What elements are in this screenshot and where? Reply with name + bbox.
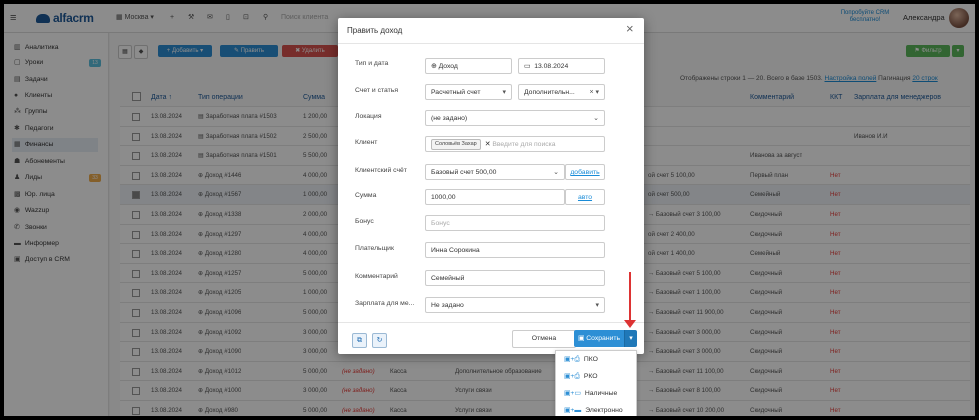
clear-chevron-icon[interactable]: × ▾ [589,85,599,99]
edit-income-modal: Править доход × Тип и дата ⊕ Доход ▭ 13.… [338,18,644,354]
save-icon: ▣ [577,335,585,342]
salary-value: Не задано [431,302,464,309]
location-select[interactable]: (не задано) ⌄ [425,110,605,126]
print-icon: ▣+⎙ [564,356,580,363]
sum-label: Сумма [355,192,377,199]
bonus-label: Бонус [355,218,374,225]
chevron-down-icon: ▾ [595,302,599,309]
cancel-button[interactable]: Отмена [512,330,576,348]
payer-label: Плательщик [355,245,394,252]
article-value: Дополнительн... [524,89,575,96]
comment-label: Комментарий [355,273,398,280]
app-window: ≡ alfacrm ▦ Москва ▾ + ⚒ ✉ ▯ ⊡ ⚲ Поиск к… [0,0,979,420]
save-option-label: Наличные [584,390,618,397]
salary-select[interactable]: Не задано ▾ [425,297,605,313]
auto-sum-button[interactable]: авто [565,189,605,205]
comment-input[interactable]: Семейный [425,270,605,286]
save-option-label: Электронно [585,407,623,414]
chevron-down-icon: ▾ [502,89,506,96]
save-option-label: РКО [583,373,598,380]
chevron-down-icon: ⌄ [593,115,599,122]
annotation-arrow-head [624,320,636,328]
sum-input[interactable]: 1000,00 [425,189,565,205]
refresh-icon[interactable]: ↻ [372,333,387,348]
location-label: Локация [355,113,382,120]
auto-sum-link: авто [577,194,593,201]
save-button[interactable]: ▣ Сохранить [574,330,624,347]
account-value: Расчетный счет [431,89,481,96]
type-date-label: Тип и дата [355,60,389,67]
operation-type-field[interactable]: ⊕ Доход [425,58,512,74]
cash-icon: ▣+▭ [564,390,581,397]
save-dropdown-toggle[interactable]: ▾ [624,330,637,347]
calendar-icon: ▭ [524,63,531,70]
chevron-down-icon: ⌄ [553,169,559,176]
client-chip: Соловьёв Захар [431,139,481,150]
location-value: (не задано) [431,115,468,122]
client-chip-label: Соловьёв Захар [435,141,477,147]
client-account-label: Клиентский счёт [355,167,407,174]
add-client-account-button[interactable]: добавить [565,164,605,180]
salary-label: Зарплата для ме... [355,300,415,307]
payer-input[interactable]: Инна Сорокина [425,242,605,258]
sum-value: 1000,00 [431,194,456,201]
modal-footer-divider [338,322,644,323]
close-icon[interactable]: × [626,21,634,36]
article-select[interactable]: Дополнительн... × ▾ [518,84,605,100]
date-field[interactable]: ▭ 13.08.2024 [518,58,605,74]
annotation-arrow-line [629,272,631,322]
payer-value: Инна Сорокина [431,247,480,254]
modal-header-divider [338,43,644,44]
date-value: 13.08.2024 [534,63,569,70]
client-search-placeholder: Введите для поиска [492,141,556,148]
modal-title: Править доход [347,26,403,35]
card-icon: ▣+▬ [564,407,582,414]
chip-remove-icon[interactable]: ✕ [485,141,491,148]
comment-value: Семейный [431,275,465,282]
account-select[interactable]: Расчетный счет ▾ [425,84,512,100]
copy-icon[interactable]: ⧉ [352,333,367,348]
save-option-rko[interactable]: ▣+⎙ РКО [564,372,598,382]
account-label: Счет и статья [355,87,399,94]
bonus-input[interactable]: Бонус [425,215,605,231]
bonus-placeholder: Бонус [431,220,450,227]
client-label: Клиент [355,139,378,146]
client-field[interactable]: Соловьёв Захар ✕ Введите для поиска [425,136,605,152]
save-options-menu: ▣+⎙ ПКО ▣+⎙ РКО ▣+▭ Наличные ▣+▬ Электронно [555,350,637,416]
client-account-select[interactable]: Базовый счет 500,00 ⌄ [425,164,565,180]
save-option-label: ПКО [583,356,598,363]
save-option-pko[interactable]: ▣+⎙ ПКО [564,355,598,365]
save-button-label: Сохранить [586,335,621,342]
save-option-electronic[interactable]: ▣+▬ Электронно [564,406,623,416]
operation-type-value: Доход [438,63,458,70]
income-icon: ⊕ [431,63,437,70]
add-client-account-link: добавить [570,169,600,176]
print-icon: ▣+⎙ [564,373,580,380]
save-option-cash[interactable]: ▣+▭ Наличные [564,389,617,399]
client-account-value: Базовый счет 500,00 [431,169,497,176]
